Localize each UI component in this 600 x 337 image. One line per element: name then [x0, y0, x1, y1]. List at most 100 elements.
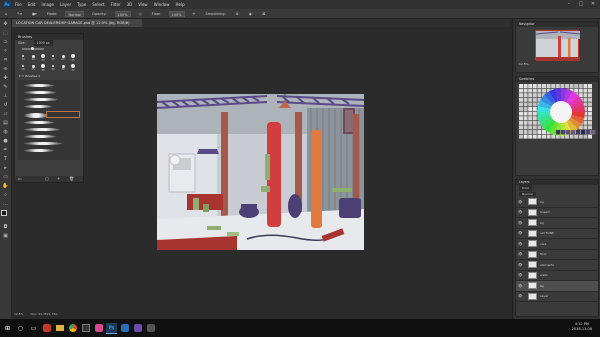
layer-row[interactable]: 👁 cars [516, 239, 598, 250]
stamp-tool-icon[interactable]: ⊥ [2, 93, 10, 100]
app-icon-red[interactable] [41, 323, 52, 334]
brush-stroke-preview[interactable] [24, 128, 60, 131]
menu-type[interactable]: Type [77, 2, 86, 7]
screen-mode-icon[interactable]: ▣ [2, 233, 10, 240]
move-tool-icon[interactable]: ✥ [2, 21, 10, 28]
crop-tool-icon[interactable]: ⌗ [2, 57, 10, 64]
layer-row[interactable]: 👁 bg [516, 197, 598, 208]
menu-filter[interactable]: Filter [111, 2, 121, 7]
visibility-eye-icon[interactable]: 👁 [518, 231, 522, 235]
brush-stroke-list[interactable] [18, 80, 80, 160]
home-icon[interactable]: ⌂ [3, 11, 9, 17]
menu-view[interactable]: View [138, 2, 148, 7]
airbrush-icon[interactable]: ✈ [191, 11, 198, 17]
layer-row[interactable]: 👁 bg [516, 218, 598, 229]
symmetry-icon[interactable]: ⌘ [260, 11, 268, 17]
settings-gear-icon[interactable]: ⚙ [234, 11, 241, 17]
windows-start-icon[interactable]: ⊞ [2, 323, 13, 334]
layer-row[interactable]: 👁 floor [516, 250, 598, 260]
quick-select-tool-icon[interactable]: ✧ [2, 48, 10, 55]
visibility-eye-icon[interactable]: 👁 [518, 210, 522, 214]
search-icon[interactable]: ○ [15, 323, 26, 334]
layer-row[interactable]: 👁 lineart [516, 208, 598, 218]
brush-preset[interactable]: 30 [29, 54, 38, 63]
quick-mask-icon[interactable]: ◘ [2, 224, 10, 231]
lasso-tool-icon[interactable]: ↄ [2, 39, 10, 46]
hand-tool-icon[interactable]: ✋ [2, 183, 10, 190]
menu-edit[interactable]: Edit [28, 2, 36, 7]
foreground-color[interactable] [1, 210, 7, 216]
type-tool-icon[interactable]: T [2, 156, 10, 163]
delete-icon[interactable]: 🗑 [69, 176, 74, 182]
visibility-eye-icon[interactable]: 👁 [518, 252, 522, 256]
visibility-eye-icon[interactable]: 👁 [518, 263, 522, 267]
document-canvas[interactable] [157, 94, 364, 250]
photoshop-taskbar-icon[interactable]: Ps [106, 322, 117, 334]
folder-icon[interactable]: ▢ [45, 176, 49, 182]
menu-help[interactable]: Help [175, 2, 184, 7]
menu-file[interactable]: File [15, 2, 22, 7]
pressure-size-icon[interactable]: ◉ [247, 11, 254, 17]
more-tools-icon[interactable]: … [2, 201, 10, 208]
document-tab[interactable]: LOCATION CAR DEALERSHIP GARAGE.psd @ 12.… [12, 19, 142, 27]
visibility-eye-icon[interactable]: 👁 [518, 294, 522, 298]
brush-stroke-preview[interactable] [24, 135, 56, 138]
brush-stroke-preview[interactable] [24, 149, 54, 152]
opacity-field[interactable]: 100% [114, 10, 131, 17]
size-value[interactable]: 1000 px [33, 40, 53, 46]
mode-select[interactable]: Normal [65, 10, 85, 17]
close-icon[interactable]: ✕ [587, 0, 599, 9]
menu-3d[interactable]: 3D [127, 2, 133, 7]
layer-row[interactable]: 👁 elements [516, 260, 598, 271]
system-clock[interactable]: 4:12 PM 2018-11-08 [572, 322, 592, 332]
app-icon-blue[interactable] [119, 323, 130, 334]
layer-row[interactable]: 👁 walls [516, 271, 598, 281]
brush-folder[interactable]: ▾ ▭ Brushes 1 [15, 74, 83, 79]
brush-preset[interactable]: 30 [39, 54, 48, 63]
new-brush-icon[interactable]: + [57, 176, 60, 182]
brush-preset[interactable]: 36 [49, 64, 58, 73]
history-brush-tool-icon[interactable]: ↺ [2, 102, 10, 109]
brush-preset[interactable]: 36 [19, 64, 28, 73]
brush-tool-icon[interactable]: ✎▾ [15, 11, 24, 17]
brush-preset[interactable]: 32 [69, 64, 78, 73]
path-select-tool-icon[interactable]: ▸ [2, 165, 10, 172]
brush-preset[interactable]: 36 [59, 64, 68, 73]
visibility-eye-icon[interactable]: 👁 [518, 242, 522, 246]
brush-stroke-preview[interactable] [24, 91, 56, 94]
brush-preset[interactable]: 30 [19, 54, 28, 63]
brush-stroke-preview[interactable] [24, 98, 58, 101]
brush-stroke-preview[interactable] [24, 113, 48, 118]
size-slider[interactable] [22, 47, 44, 51]
menu-layer[interactable]: Layer [60, 2, 71, 7]
brush-view-icon[interactable]: ▭ [18, 176, 22, 182]
brush-preset[interactable]: 25 [49, 54, 58, 63]
navigator-zoom[interactable]: 12.5% [516, 60, 598, 68]
pressure-opacity-icon[interactable]: ◎ [137, 11, 144, 17]
brush-preset[interactable]: 25 [29, 64, 38, 73]
visibility-eye-icon[interactable]: 👁 [518, 284, 522, 288]
flow-field[interactable]: 100% [168, 10, 185, 17]
app-icon-dark[interactable] [80, 323, 91, 334]
brush-stroke-preview[interactable] [24, 142, 62, 145]
app-icon-pink[interactable] [93, 323, 104, 334]
color-wheel-swatches[interactable] [516, 82, 600, 174]
minimize-icon[interactable]: – [563, 0, 575, 9]
visibility-eye-icon[interactable]: 👁 [518, 273, 522, 277]
brush-preset[interactable]: 36 [39, 64, 48, 73]
brush-tool-icon[interactable]: ✎ [2, 84, 10, 91]
maximize-icon[interactable]: □ [575, 0, 587, 9]
eraser-tool-icon[interactable]: ▱ [2, 111, 10, 118]
visibility-eye-icon[interactable]: 👁 [518, 200, 522, 204]
brush-preset[interactable]: 25 [69, 54, 78, 63]
status-zoom[interactable]: 12.5% [14, 312, 24, 316]
menu-image[interactable]: Image [41, 2, 54, 7]
menu-window[interactable]: Window [154, 2, 170, 7]
size-slider-handle[interactable] [31, 47, 34, 51]
marquee-tool-icon[interactable]: ⬚ [2, 30, 10, 37]
blur-tool-icon[interactable]: ◍ [2, 129, 10, 136]
layer-row[interactable]: 👁 old TONE [516, 229, 598, 239]
shape-tool-icon[interactable]: ▭ [2, 174, 10, 181]
layer-row[interactable]: 👁 Layer [516, 292, 598, 302]
brush-stroke-preview[interactable] [24, 121, 54, 124]
